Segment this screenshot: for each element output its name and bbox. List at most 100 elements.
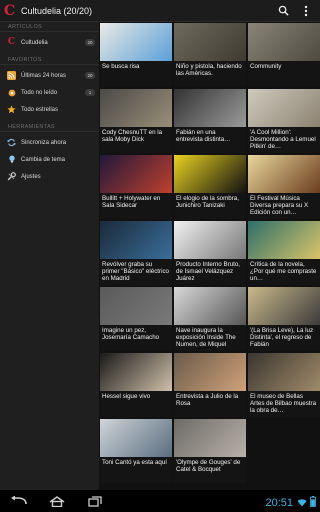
article-tile[interactable]: 'Olympe de Gouges' de Catel & Bocquet: [174, 419, 246, 483]
drawer-item-label: Últimas 24 horas: [21, 72, 67, 79]
article-thumbnail: [100, 89, 172, 127]
article-tile[interactable]: Revólver graba su primer "Básico" eléctr…: [100, 221, 172, 285]
article-title: Producto Interno Bruto, de Ismael Velázq…: [174, 259, 246, 285]
drawer-item-all-starred[interactable]: Todo estrellas: [0, 101, 99, 118]
article-title: Fabián en una entrevista distinta…: [174, 127, 246, 153]
drawer-item-settings[interactable]: Ajustes: [0, 168, 99, 185]
overflow-menu-icon[interactable]: [297, 2, 315, 20]
article-thumbnail: [248, 353, 320, 391]
drawer-item-last-24-hours[interactable]: Últimas 24 horas 20: [0, 67, 99, 84]
article-grid: Se busca risa Niño y pistola, haciendo la…: [100, 23, 320, 488]
system-nav-bar: 20:51: [0, 490, 320, 512]
article-thumbnail: [174, 89, 246, 127]
article-thumbnail: [100, 353, 172, 391]
article-tile[interactable]: Toni Cantó ya esta aquí: [100, 419, 172, 483]
article-thumbnail: [248, 23, 320, 61]
article-thumbnail: [174, 221, 246, 259]
app-logo-icon[interactable]: C: [4, 4, 18, 18]
article-title: Cody ChesnuTT en la sala Moby Dick: [100, 127, 172, 153]
article-title: El museo de Bellas Artes de Bilbao muest…: [248, 391, 320, 417]
article-title: Crítica de la novela, ¿Por qué me compra…: [248, 259, 320, 285]
article-thumbnail: [174, 353, 246, 391]
article-tile[interactable]: 'A Cool Million': Desmontando a Lemuel P…: [248, 89, 320, 153]
article-title: El elogio de la sombra, Junichiro Taniza…: [174, 193, 246, 219]
back-icon[interactable]: [4, 490, 34, 512]
article-thumbnail: [100, 419, 172, 457]
status-area: 20:51: [265, 494, 316, 512]
article-title: '(La Brisa Leve), La luz Distinta', el r…: [248, 325, 320, 351]
recent-apps-icon[interactable]: [80, 490, 110, 512]
article-title: Toni Cantó ya esta aquí: [100, 457, 172, 483]
rss-feed-icon: [7, 71, 16, 80]
article-tile[interactable]: Cody ChesnuTT en la sala Moby Dick: [100, 89, 172, 153]
wrench-icon: [7, 172, 16, 181]
sync-icon: [7, 138, 16, 147]
navigation-drawer: ARTÍCULOS C Cultudelia 20 FAVORITOS Últi…: [0, 22, 99, 490]
article-title: El Festival Música Diversa prepara su X …: [248, 193, 320, 219]
article-tile[interactable]: Nave inaugura la exposición Inside The N…: [174, 287, 246, 351]
wifi-icon: [297, 494, 307, 512]
article-thumbnail: [100, 287, 172, 325]
article-title: Se busca risa: [100, 61, 172, 87]
articles-section-header: ARTÍCULOS: [0, 22, 99, 32]
article-tile[interactable]: Bullitt + Holywater en Sala Sidecar: [100, 155, 172, 219]
article-tile[interactable]: Crítica de la novela, ¿Por qué me compra…: [248, 221, 320, 285]
count-badge: 20: [85, 72, 95, 79]
article-title: Entrevista a Julio de la Rosa: [174, 391, 246, 417]
article-title: Imagine un pez, Josemaría Camacho: [100, 325, 172, 351]
article-thumbnail: [100, 221, 172, 259]
article-title: Revólver graba su primer "Básico" eléctr…: [100, 259, 172, 285]
article-thumbnail: [174, 23, 246, 61]
action-bar: C Cultudelia (20/20): [0, 0, 320, 22]
article-thumbnail: [248, 89, 320, 127]
article-thumbnail: [100, 155, 172, 193]
article-thumbnail: [248, 221, 320, 259]
drawer-item-label: Ajustes: [21, 173, 41, 180]
article-thumbnail: [100, 23, 172, 61]
article-thumbnail: [174, 155, 246, 193]
article-tile[interactable]: Hessel sigue vivo: [100, 353, 172, 417]
lightbulb-icon: [7, 155, 16, 164]
battery-icon: [310, 494, 316, 512]
home-icon[interactable]: [42, 490, 72, 512]
article-tile[interactable]: Se busca risa: [100, 23, 172, 87]
article-tile[interactable]: Imagine un pez, Josemaría Camacho: [100, 287, 172, 351]
article-tile[interactable]: El museo de Bellas Artes de Bilbao muest…: [248, 353, 320, 417]
article-title: 'A Cool Million': Desmontando a Lemuel P…: [248, 127, 320, 153]
article-tile[interactable]: Community: [248, 23, 320, 87]
drawer-item-label: Sincroniza ahora: [21, 139, 67, 146]
article-tile[interactable]: '(La Brisa Leve), La luz Distinta', el r…: [248, 287, 320, 351]
tools-section-header: HERRAMIENTAS: [0, 122, 99, 132]
article-thumbnail: [248, 155, 320, 193]
article-tile[interactable]: Entrevista a Julio de la Rosa: [174, 353, 246, 417]
article-tile[interactable]: Producto Interno Bruto, de Ismael Velázq…: [174, 221, 246, 285]
drawer-item-label: Todo no leído: [21, 89, 58, 96]
drawer-item-sync-now[interactable]: Sincroniza ahora: [0, 134, 99, 151]
article-tile[interactable]: Fabián en una entrevista distinta…: [174, 89, 246, 153]
unread-dot-icon: [7, 88, 16, 97]
article-title: 'Olympe de Gouges' de Catel & Bocquet: [174, 457, 246, 483]
drawer-item-label: Todo estrellas: [21, 106, 59, 113]
app-title: Cultudelia (20/20): [21, 5, 93, 16]
article-tile[interactable]: Niño y pistola, haciendo las Américas.: [174, 23, 246, 87]
drawer-item-all-unread[interactable]: Todo no leído 1: [0, 84, 99, 101]
article-thumbnail: [174, 419, 246, 457]
article-title: Niño y pistola, haciendo las Américas.: [174, 61, 246, 87]
article-title: Hessel sigue vivo: [100, 391, 172, 417]
article-tile[interactable]: El Festival Música Diversa prepara su X …: [248, 155, 320, 219]
favorites-section-header: FAVORITOS: [0, 55, 99, 65]
article-tile[interactable]: El elogio de la sombra, Junichiro Taniza…: [174, 155, 246, 219]
screen: C Cultudelia (20/20) ARTÍCULOS C Cultude…: [0, 0, 320, 512]
article-title: Nave inaugura la exposición Inside The N…: [174, 325, 246, 351]
article-title: Bullitt + Holywater en Sala Sidecar: [100, 193, 172, 219]
drawer-item-cultudelia[interactable]: C Cultudelia 20: [0, 34, 99, 51]
drawer-item-label: Cambia de tema: [21, 156, 66, 163]
search-icon[interactable]: [274, 2, 292, 20]
cultudelia-logo-icon: C: [7, 37, 16, 47]
article-title: Community: [248, 61, 320, 87]
article-thumbnail: [248, 287, 320, 325]
star-icon: [7, 105, 16, 114]
drawer-item-change-theme[interactable]: Cambia de tema: [0, 151, 99, 168]
clock: 20:51: [265, 497, 293, 509]
count-badge: 1: [85, 89, 95, 96]
